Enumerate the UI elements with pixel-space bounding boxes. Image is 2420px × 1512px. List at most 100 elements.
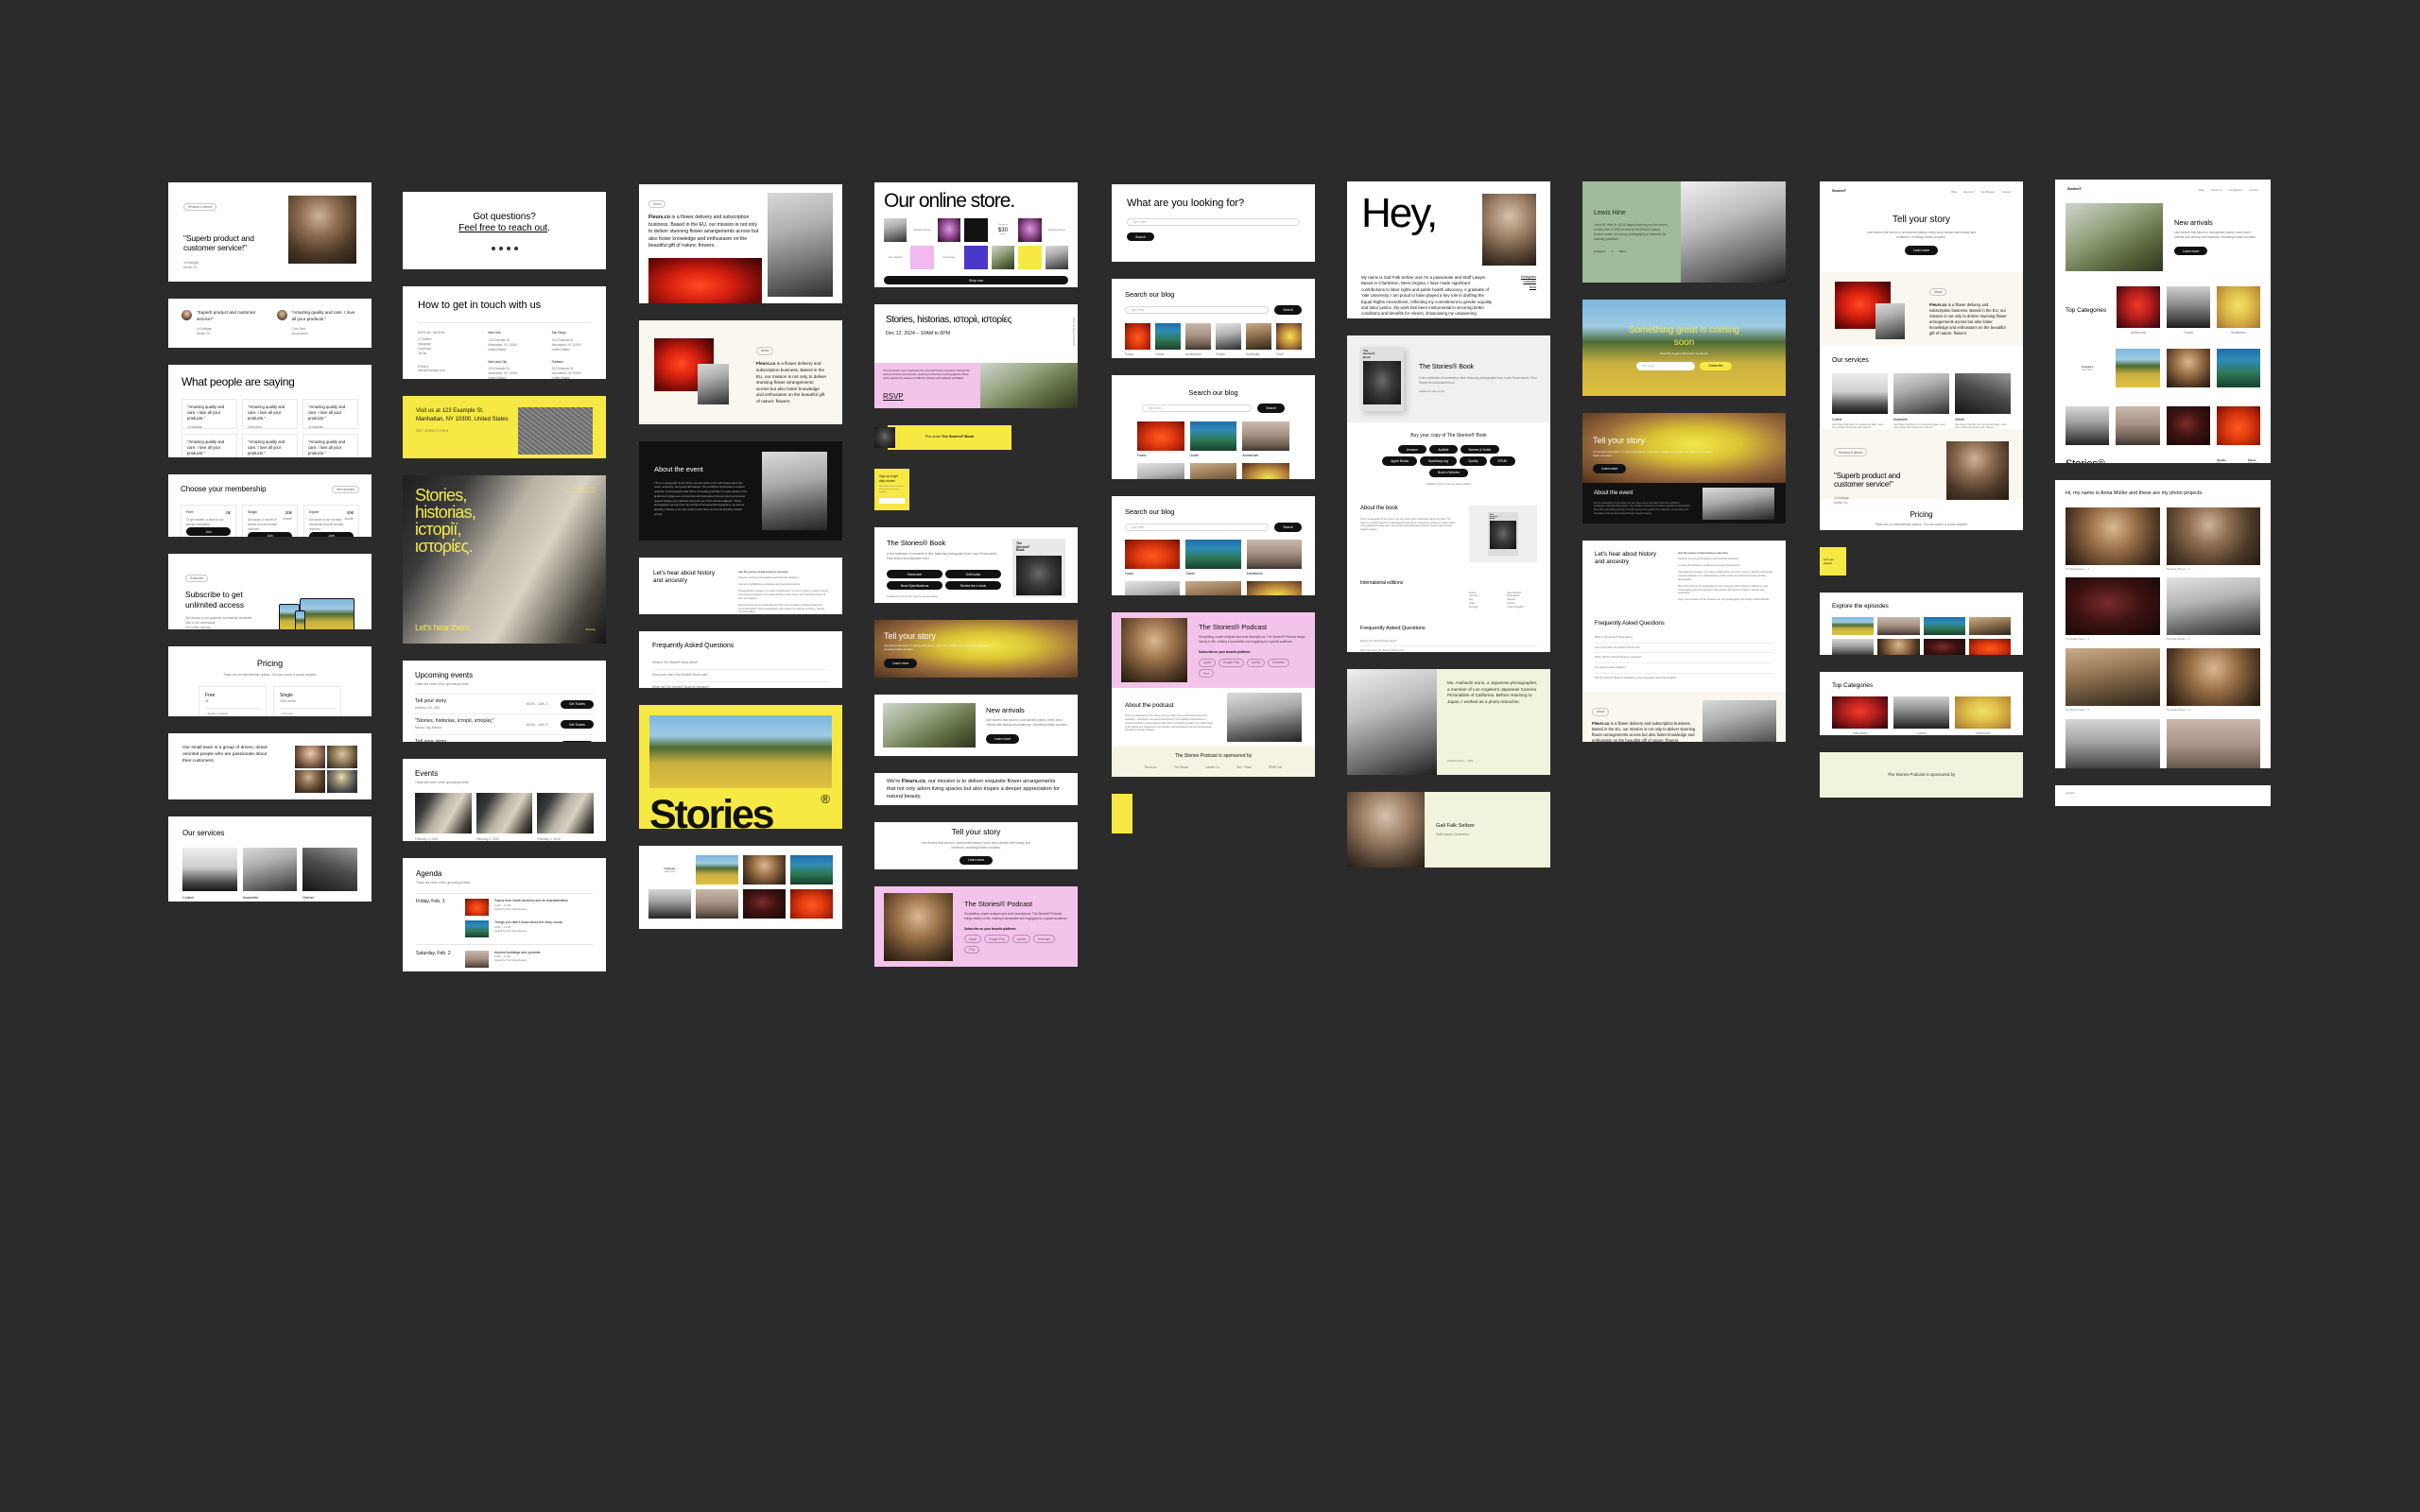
event-row[interactable]: Tell your story Anthony, GA, USA MON, JA…	[415, 693, 594, 714]
podcast-hero[interactable]: The Stories® Podcast Storytelling, exper…	[1112, 612, 1315, 688]
card-pricing[interactable]: Pricing These are our membership options…	[168, 646, 372, 716]
product-tile[interactable]	[937, 218, 961, 243]
platform-chip[interactable]: Google Play	[1218, 658, 1245, 667]
plan-card[interactable]: Free To get started, a taste of our week…	[181, 505, 236, 537]
faq-question[interactable]: Will The Stories® Book be available in o…	[1595, 674, 1773, 683]
email-input[interactable]: Your email	[1636, 361, 1696, 370]
event-row[interactable]: "Stories, historias, історії, ιστορίες" …	[415, 713, 594, 734]
episode-thumb[interactable]	[1832, 639, 1875, 655]
card-event-rsvp[interactable]: Stories, historias, ιστορίι, ιστορίες De…	[874, 304, 1078, 408]
card-photo-projects[interactable]: Hi, my name is Anna Müller and these are…	[2055, 480, 2271, 768]
testimonial-cell[interactable]: "Amazing quality and care. I love all yo…	[242, 433, 298, 457]
card-search-hero[interactable]: What are you looking for? Type here... S…	[1112, 184, 1315, 262]
nav-link-mission[interactable]: Our Mission	[2228, 188, 2242, 192]
category-item[interactable]: Ocean	[1155, 322, 1181, 357]
subscribe-button[interactable]: Subscribe	[1700, 361, 1732, 370]
card-review-hero[interactable]: Reviews & stories "Superb product and cu…	[168, 182, 372, 282]
category-item[interactable]: Fauna	[1125, 322, 1150, 357]
nav-link-about[interactable]: About Us	[1963, 190, 1975, 194]
platform-chip[interactable]: Pod	[1199, 669, 1214, 678]
map-image[interactable]	[518, 407, 593, 455]
faq-question[interactable]: What is The Stories® Book about?	[1595, 633, 1773, 644]
site-nav[interactable]: Stories® Blog About Us Our Mission Conta…	[1820, 181, 2023, 201]
category-item[interactable]: Flora	[1246, 581, 1302, 595]
store-button[interactable]: Bookshop.org	[1420, 456, 1458, 466]
instagram-tile[interactable]	[2116, 406, 2160, 446]
card-stories-wordmark[interactable]: Stories ®	[639, 705, 842, 829]
instagram-tile[interactable]	[743, 855, 786, 885]
service-item[interactable]: Deliver Like flowers that bloom in unexp…	[302, 848, 358, 902]
card-search-blog-grid-centered[interactable]: Search our blog Type here... Search Faun…	[1112, 375, 1315, 479]
category-item[interactable]: Sunflowers	[1955, 696, 2011, 735]
social-link[interactable]: TikTok	[418, 352, 463, 356]
card-top-categories[interactable]: Top Categories Anthuriums Cactus Sunflow…	[1820, 672, 2023, 735]
instagram-tile[interactable]	[696, 855, 738, 885]
category-item[interactable]: Ocean	[1189, 421, 1237, 458]
testimonial-cell[interactable]: "Amazing quality and care. I love all yo…	[302, 398, 358, 429]
card-location-map[interactable]: Visit us at 123 Example St. Manhattan, N…	[403, 396, 606, 458]
category-item[interactable]: Fauna	[1125, 539, 1181, 576]
project-item[interactable]: The Ocean Project — 1	[2066, 507, 2160, 572]
product-tile[interactable]	[964, 218, 988, 243]
card-new-arrivals[interactable]: New arrivals Like flowers that bloom in …	[874, 695, 1078, 756]
category-item[interactable]: People	[1216, 322, 1241, 357]
product-tile[interactable]	[1018, 246, 1042, 270]
event-card[interactable]: February 2, 2025 Tell your story Event d…	[475, 792, 533, 841]
project-item[interactable]: The Ocean Project — 6	[2166, 648, 2260, 713]
agenda-session[interactable]: Ancient buildings and symbols 9 AM — 11 …	[465, 950, 593, 968]
platform-chip[interactable]: Overcast	[1032, 935, 1055, 944]
product-tile[interactable]: Delicate and rare	[910, 218, 933, 242]
card-search-blog-strip[interactable]: Search our blog Type here... Search Faun…	[1112, 279, 1315, 358]
instagram-tile[interactable]	[743, 889, 786, 919]
product-tile[interactable]	[1018, 218, 1042, 243]
product-tile[interactable]	[991, 246, 1015, 270]
project-item[interactable]: The Ocean Project — 3	[2066, 577, 2160, 642]
card-history-faq-contact[interactable]: Let's hear about history and ancestry Jo…	[1582, 541, 1786, 742]
product-tile[interactable]	[910, 246, 934, 270]
platform-chip[interactable]: Overcast	[1267, 658, 1289, 667]
event-card[interactable]: February 2, 2025 Tell your story Event d…	[537, 792, 595, 841]
book-specs-button[interactable]: Book Specifications	[887, 581, 942, 591]
product-tile[interactable]: Great prices	[938, 246, 960, 269]
learn-more-button[interactable]: Learn more	[1593, 464, 1627, 473]
instagram-tile[interactable]	[696, 889, 738, 919]
join-button[interactable]: Join	[309, 531, 354, 537]
faq-question[interactable]: What is The Stories® Book about?	[652, 658, 829, 670]
nav-link-blog[interactable]: Blog	[1951, 190, 1957, 194]
faq-question[interactable]: When will The Stories® Book be released?	[1595, 653, 1773, 664]
store-button[interactable]: Apple Books	[1382, 456, 1418, 466]
nav-link-blog[interactable]: Blog	[2199, 188, 2204, 192]
episode-thumb[interactable]	[1923, 617, 1965, 636]
project-item[interactable]: The Ocean Project — 4	[2166, 577, 2260, 642]
search-input[interactable]: Type here...	[1142, 404, 1253, 412]
card-instagram-grid[interactable]: Instagram View more	[639, 846, 842, 929]
instagram-tile[interactable]: Instagram View more	[648, 855, 691, 885]
buy-hardcover-button[interactable]: Hardcover	[887, 569, 942, 579]
faq-question[interactable]: How much does The Stories® Book cost?	[652, 670, 829, 682]
category-item[interactable]: Architecture	[1185, 322, 1211, 357]
card-search-blog-grid-left[interactable]: Search our blog Type here... Search Faun…	[1112, 496, 1315, 595]
preorder-strip[interactable]: Pre-order The Stories® Book	[888, 425, 1011, 450]
card-podcast-page[interactable]: The Stories® Podcast Storytelling, exper…	[1112, 612, 1315, 777]
category-item[interactable]: Sunflowers	[2217, 286, 2260, 335]
store-button[interactable]: Amazon	[1397, 445, 1427, 455]
product-tile[interactable]: Free shipping	[884, 246, 907, 269]
testimonial-cell[interactable]: "Amazing quality and care. I love all yo…	[242, 398, 298, 429]
category-item[interactable]: People	[1125, 581, 1181, 595]
footer-link[interactable]: Blog	[2217, 462, 2227, 463]
instagram-tile[interactable]	[2166, 349, 2210, 388]
card-coming-soon[interactable]: Something great is coming soon Subscribe…	[1582, 300, 1786, 396]
tiktok-icon[interactable]	[513, 246, 518, 250]
card-kono-bio[interactable]: Ms. Asahachi Kono, a Japanese photograph…	[1347, 669, 1550, 775]
episode-thumb[interactable]	[1968, 639, 2011, 655]
twitter-icon[interactable]	[491, 246, 495, 250]
email-input[interactable]	[879, 498, 905, 505]
join-button[interactable]: Join	[248, 531, 292, 537]
plan-card[interactable]: Expert All issues of our monthly newslet…	[303, 505, 359, 537]
card-lets-get-started[interactable]: Let's get started.	[1820, 547, 1846, 576]
category-item[interactable]: Architecture	[1246, 539, 1302, 576]
social-links[interactable]	[491, 246, 518, 250]
product-tile[interactable]	[884, 218, 908, 243]
card-contact-strip[interactable]: Contact	[2055, 785, 2271, 806]
card-review-pair[interactable]: "Superb product and customer service!" J…	[168, 299, 372, 348]
